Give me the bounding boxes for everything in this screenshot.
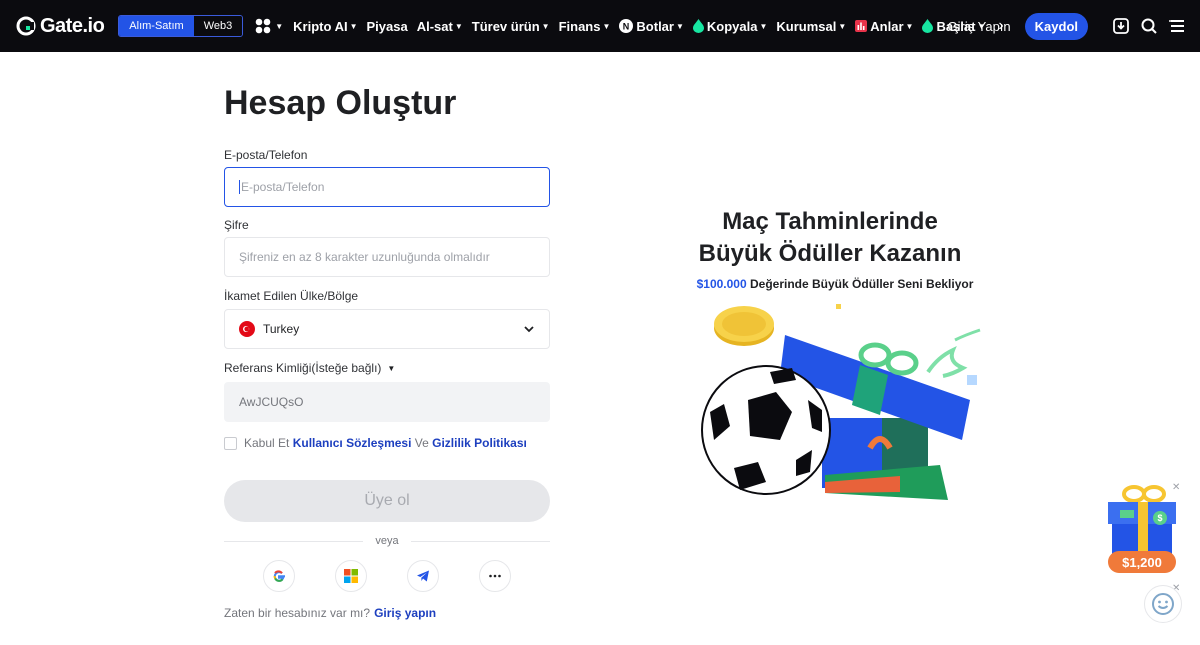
privacy-policy-link[interactable]: Gizlilik Politikası xyxy=(432,436,527,450)
support-button[interactable] xyxy=(1144,585,1182,623)
chevron-down-icon: ▼ xyxy=(759,21,768,31)
nav-menu: Kripto AI ▼ Piyasa Al-sat ▼ Türev ürün ▼… xyxy=(293,17,1004,35)
promo-title-line2: Büyük Ödüller Kazanın xyxy=(698,240,962,267)
chevron-down-icon: ▼ xyxy=(541,21,550,31)
microsoft-login-button[interactable] xyxy=(335,560,367,592)
promo-subtitle-text: Değerinde Büyük Ödüller Seni Bekliyor xyxy=(750,277,974,291)
menu-icon[interactable] xyxy=(1168,17,1186,35)
referral-field[interactable]: AwJCUQsO xyxy=(224,382,550,422)
referral-toggle[interactable]: Referans Kimliği(İsteğe bağlı) ▼ xyxy=(224,361,395,375)
chevron-down-icon: ▼ xyxy=(602,21,611,31)
nav-item-institutional[interactable]: Kurumsal ▼ xyxy=(776,19,846,34)
caret-down-icon: ▼ xyxy=(387,363,396,373)
gift-amount-badge[interactable]: $1,200 xyxy=(1108,551,1176,573)
nav-item-crypto-ai[interactable]: Kripto AI ▼ xyxy=(293,19,357,34)
nav-item-market[interactable]: Piyasa xyxy=(367,19,408,34)
nav-item-label: Finans xyxy=(558,18,601,34)
chevron-down-icon xyxy=(524,326,534,333)
google-login-button[interactable] xyxy=(263,560,295,592)
signup-button[interactable]: Kaydol xyxy=(1024,12,1088,40)
svg-text:$: $ xyxy=(1157,513,1162,523)
country-label: İkamet Edilen Ülke/Bölge xyxy=(224,289,359,303)
register-button[interactable]: Üye ol xyxy=(224,480,550,522)
nav-item-label: Kurumsal xyxy=(776,18,837,34)
mode-spot-tab[interactable]: Alım-Satım xyxy=(119,16,194,36)
microsoft-icon xyxy=(344,569,358,583)
google-icon xyxy=(273,570,285,582)
promo-amount: $100.000 xyxy=(696,277,747,291)
more-icon xyxy=(489,574,501,578)
password-placeholder: Şifreniz en az 8 karakter uzunluğunda ol… xyxy=(239,250,490,264)
chevron-down-icon: ▼ xyxy=(275,21,284,31)
country-value: Turkey xyxy=(263,322,300,336)
terms-prefix: Kabul Et xyxy=(244,436,290,450)
nav-item-label: Piyasa xyxy=(366,18,408,34)
more-login-options-button[interactable] xyxy=(479,560,511,592)
nav-item-label: Türev ürün xyxy=(471,18,540,34)
svg-text:N: N xyxy=(623,22,630,32)
password-label: Şifre xyxy=(224,218,249,232)
promo-subtitle: $100.000 Değerinde Büyük Ödüller Seni Be… xyxy=(630,277,1040,291)
telegram-login-button[interactable] xyxy=(407,560,439,592)
email-placeholder: E-posta/Telefon xyxy=(241,180,325,194)
mode-web3-tab[interactable]: Web3 xyxy=(193,16,243,36)
promo-illustration xyxy=(701,304,981,500)
nav-item-label: Al-sat xyxy=(416,18,453,34)
or-text: veya xyxy=(375,535,399,547)
chevron-down-icon: ▼ xyxy=(838,21,847,31)
promo-title: Maç Tahminlerinde Büyük Ödüller Kazanın xyxy=(630,206,1030,270)
top-nav: Gate.io Alım-Satım Web3 ▼ Kripto AI ▼ Pi… xyxy=(0,0,1200,52)
password-field[interactable]: Şifreniz en az 8 karakter uzunluğunda ol… xyxy=(224,237,550,277)
or-divider: veya xyxy=(224,533,550,549)
divider-line xyxy=(224,540,364,542)
divider-line xyxy=(410,540,550,542)
nav-item-label: Kripto AI xyxy=(293,18,348,34)
terms-row: Kabul Et Kullanıcı Sözleşmesi Ve Gizlili… xyxy=(224,436,527,450)
chevron-down-icon: ▼ xyxy=(454,21,463,31)
mode-switch: Alım-Satım Web3 xyxy=(118,15,244,37)
nav-right: Giriş Yapın Kaydol xyxy=(948,0,1186,52)
terms-checkbox[interactable] xyxy=(224,436,237,450)
apps-grid-icon xyxy=(255,18,271,34)
login-link[interactable]: Giriş Yapın xyxy=(948,19,1011,34)
email-field[interactable]: E-posta/Telefon xyxy=(224,167,550,207)
chevron-down-icon: ▼ xyxy=(675,21,684,31)
gate-logo-icon xyxy=(16,16,36,36)
text-cursor xyxy=(239,180,240,194)
nav-item-trade[interactable]: Al-sat ▼ xyxy=(417,19,463,34)
nav-item-label: Botlar xyxy=(636,18,674,34)
promo-title-line1: Maç Tahminlerinde xyxy=(722,208,938,235)
nav-item-moments[interactable]: Anlar ▼ xyxy=(855,19,913,34)
nav-item-label: Kopyala xyxy=(706,18,758,34)
flame-icon xyxy=(922,19,934,33)
flame-icon xyxy=(692,19,704,33)
chart-bars-icon xyxy=(855,20,868,32)
page-title: Hesap Oluştur xyxy=(224,84,457,122)
download-icon[interactable] xyxy=(1112,17,1130,35)
chevron-down-icon: ▼ xyxy=(905,21,914,31)
apps-menu[interactable]: ▼ xyxy=(255,18,283,34)
chevron-down-icon: ▼ xyxy=(349,21,358,31)
referral-label: Referans Kimliği(İsteğe bağlı) xyxy=(224,361,382,375)
support-face-icon xyxy=(1152,593,1174,615)
user-agreement-link[interactable]: Kullanıcı Sözleşmesi xyxy=(293,436,412,450)
nav-item-finance[interactable]: Finans ▼ xyxy=(559,19,611,34)
telegram-icon xyxy=(417,570,429,582)
login-link-bottom[interactable]: Giriş yapın xyxy=(374,606,436,620)
brand-name: Gate.io xyxy=(40,14,105,37)
search-icon[interactable] xyxy=(1140,17,1158,35)
nav-item-bots[interactable]: N Botlar ▼ xyxy=(619,18,684,34)
nav-item-copy[interactable]: Kopyala ▼ xyxy=(692,18,768,34)
have-account-text: Zaten bir hesabınız var mı? xyxy=(224,606,371,620)
new-badge-icon: N xyxy=(619,19,634,33)
email-label: E-posta/Telefon xyxy=(224,148,308,162)
have-account-row: Zaten bir hesabınız var mı? Giriş yapın xyxy=(224,606,436,620)
terms-and: Ve xyxy=(414,436,429,450)
nav-item-derivatives[interactable]: Türev ürün ▼ xyxy=(472,19,550,34)
brand-logo[interactable]: Gate.io xyxy=(16,14,105,38)
country-select[interactable]: Turkey xyxy=(224,309,550,349)
referral-value: AwJCUQsO xyxy=(239,395,304,409)
nav-item-label: Anlar xyxy=(870,18,904,34)
turkey-flag-icon xyxy=(239,321,255,337)
